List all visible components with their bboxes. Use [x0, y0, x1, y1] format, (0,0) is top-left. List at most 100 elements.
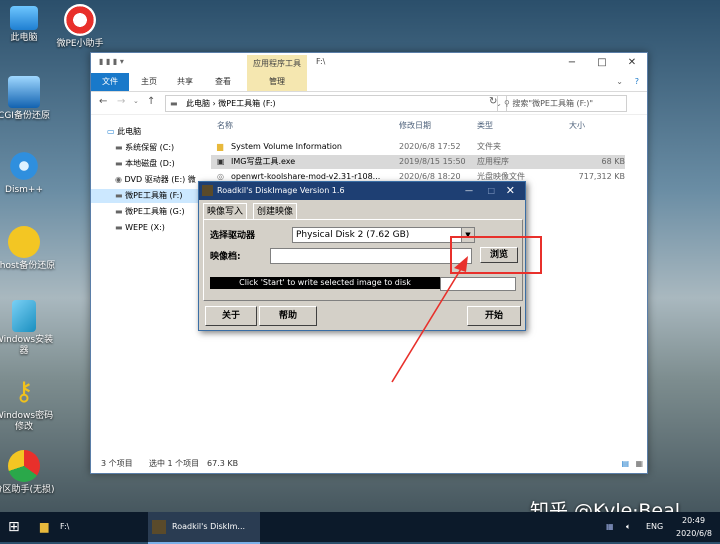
nav-item-drive-f[interactable]: ▬ 微PE工具箱 (F:) [91, 189, 207, 203]
search-input[interactable]: ⚲ 搜索"微PE工具箱 (F:)" [497, 95, 627, 112]
desktop-icon-label: 此电脑 [10, 33, 38, 43]
drive-icon: ▬ [115, 223, 126, 232]
tab-write-image[interactable]: 映像写入 [203, 203, 248, 220]
help-button[interactable]: 帮助 [259, 306, 317, 326]
desktop-icon-label: 分区助手(无损) [0, 485, 55, 495]
computer-icon: ▭ [107, 127, 118, 136]
navigation-pane: ▭ 此电脑 ▬ 系统保留 (C:) ▬ 本地磁盘 (D:) ◉ DVD 驱动器 … [91, 119, 207, 449]
breadcrumb-drive[interactable]: 微PE工具箱 (F:) [218, 99, 275, 108]
column-header-size[interactable]: 大小 [569, 120, 585, 131]
color-settings-icon[interactable]: ▦ [606, 512, 614, 542]
file-explorer-icon[interactable]: ▆ [40, 512, 48, 542]
diskimage-app-icon [152, 520, 166, 534]
nav-item-dvd-e[interactable]: ◉ DVD 驱动器 (E:) 微 [115, 173, 196, 187]
tab-share[interactable]: 共享 [177, 73, 193, 91]
drive-select[interactable]: Physical Disk 2 (7.62 GB) ▼ [292, 227, 475, 243]
tab-file[interactable]: 文件 [91, 73, 129, 91]
nav-label: 本地磁盘 (D:) [125, 159, 175, 168]
forward-arrow-icon[interactable]: → [117, 96, 125, 107]
chevron-down-icon[interactable]: ⌄ [616, 73, 623, 91]
dialog-title: Roadkil's DiskImage Version 1.6 [217, 186, 345, 195]
nav-label: 微PE工具箱 (F:) [125, 191, 183, 200]
minimize-button[interactable]: − [557, 53, 587, 73]
windows-installer-icon [12, 300, 36, 332]
desktop-icon-label: Ghost备份还原 [0, 261, 56, 271]
drive-label: 选择驱动器 [210, 231, 256, 241]
desktop-icon-partition[interactable]: 分区助手(无损) [0, 450, 56, 496]
help-icon[interactable]: ? [635, 73, 639, 91]
desktop-icon-label: Windows安装器 [0, 335, 54, 356]
exe-icon: ▣ [217, 157, 225, 166]
nav-label: 此电脑 [117, 127, 142, 136]
status-selected: 选中 1 个项目 [149, 459, 200, 468]
desktop-icon-ghost[interactable]: Ghost备份还原 [0, 226, 56, 272]
clock-date[interactable]: 2020/6/8 [676, 529, 712, 538]
windows-start-icon[interactable]: ⊞ [8, 512, 20, 542]
window-controls: − □ ✕ [557, 53, 647, 73]
desktop-icon-label: 微PE小助手 [56, 39, 104, 49]
explorer-titlebar: ▮ ▮ ▮ ▾ 应用程序工具 F:\ − □ ✕ [91, 53, 647, 73]
desktop-icon-label: Windows密码修改 [0, 411, 54, 432]
annotation-arrow [391, 256, 468, 383]
desktop-icon-password[interactable]: ⚷ Windows密码修改 [0, 376, 56, 433]
desktop-icon-helper[interactable]: 微PE小助手 [48, 4, 112, 50]
quick-access-toolbar: ▮ ▮ ▮ ▾ [99, 57, 124, 66]
drive-select-value: Physical Disk 2 (7.62 GB) [296, 230, 410, 240]
taskbar-app-label: Roadkil's DiskIm... [172, 522, 246, 531]
clock-time[interactable]: 20:49 [682, 516, 705, 525]
nav-item-drive-d[interactable]: ▬ 本地磁盘 (D:) [115, 157, 175, 171]
nav-item-drive-x[interactable]: ▬ WEPE (X:) [115, 221, 165, 235]
desktop-icon-cgi[interactable]: CGI备份还原 [0, 76, 56, 122]
nav-item-drive-c[interactable]: ▬ 系统保留 (C:) [115, 141, 174, 155]
taskbar-app-diskimage[interactable]: Roadkil's DiskIm... [148, 512, 260, 544]
file-row[interactable]: ▣ IMG写盘工具.exe 2019/8/15 15:50 应用程序 68 KB [211, 155, 625, 169]
status-bar: 3 个项目 选中 1 个项目 67.3 KB ▤ ▦ [91, 455, 647, 473]
backup-icon [8, 76, 40, 108]
nav-item-drive-g[interactable]: ▬ 微PE工具箱 (G:) [115, 205, 185, 219]
gears-icon [8, 150, 40, 182]
dialog-titlebar: Roadkil's DiskImage Version 1.6 — □ ✕ [199, 182, 525, 200]
nav-label: WEPE (X:) [125, 223, 165, 232]
column-header-name[interactable]: 名称 [217, 120, 233, 131]
close-button[interactable]: ✕ [617, 53, 647, 73]
tab-manage[interactable]: 管理 [247, 73, 307, 91]
file-date: 2019/8/15 15:50 [399, 157, 466, 166]
details-view-icon[interactable]: ▤ [621, 455, 629, 473]
nav-item-this-pc[interactable]: ▭ 此电脑 [107, 125, 141, 139]
file-type: 应用程序 [477, 157, 509, 166]
large-icons-view-icon[interactable]: ▦ [635, 455, 643, 473]
recent-dropdown-icon[interactable]: ⌄ [133, 97, 139, 105]
column-header-type[interactable]: 类型 [477, 120, 493, 131]
nav-label: 微PE工具箱 (G:) [125, 207, 185, 216]
column-header-date[interactable]: 修改日期 [399, 120, 431, 131]
ribbon-tabs: 文件 主页 共享 查看 管理 ⌄ ? [91, 73, 647, 92]
drive-icon: ▬ [115, 207, 126, 216]
file-type: 文件夹 [477, 142, 501, 151]
dialog-minimize-button[interactable]: — [465, 182, 473, 200]
desktop-icon-dism[interactable]: Dism++ [0, 150, 56, 196]
about-button[interactable]: 关于 [205, 306, 257, 326]
file-name: System Volume Information [231, 142, 342, 151]
dvd-icon: ◉ [115, 175, 125, 184]
address-bar[interactable]: ▬ 此电脑 › 微PE工具箱 (F:) ⌄ [165, 95, 507, 112]
tab-create-image[interactable]: 创建映像 [253, 203, 298, 220]
desktop-icon-label: Dism++ [5, 185, 43, 195]
desktop-icon-wininstall[interactable]: Windows安装器 [0, 300, 56, 357]
key-icon: ⚷ [14, 377, 34, 407]
breadcrumb-root[interactable]: 此电脑 [186, 99, 210, 108]
up-arrow-icon[interactable]: ↑ [147, 96, 155, 107]
desktop-icon-label: CGI备份还原 [0, 111, 50, 121]
back-arrow-icon[interactable]: ← [99, 96, 107, 107]
taskbar-pinned-label[interactable]: F:\ [60, 512, 69, 542]
file-size: 68 KB [601, 157, 625, 166]
file-row[interactable]: ▆ System Volume Information 2020/6/8 17:… [211, 140, 625, 154]
dialog-maximize-button[interactable]: □ [487, 182, 495, 200]
dialog-close-button[interactable]: ✕ [506, 182, 515, 200]
volume-icon[interactable]: 🔈︎ [626, 512, 631, 542]
taskbar: ⊞ ▆ F:\ Roadkil's DiskIm... ▦ 🔈︎ ENG 20:… [0, 512, 720, 544]
language-indicator[interactable]: ENG [646, 512, 663, 542]
tab-home[interactable]: 主页 [141, 73, 157, 91]
address-row: ← → ⌄ ↑ ▬ 此电脑 › 微PE工具箱 (F:) ⌄ ↻ ⚲ 搜索"微PE… [91, 92, 647, 115]
tab-view[interactable]: 查看 [215, 73, 231, 91]
maximize-button[interactable]: □ [587, 53, 617, 73]
